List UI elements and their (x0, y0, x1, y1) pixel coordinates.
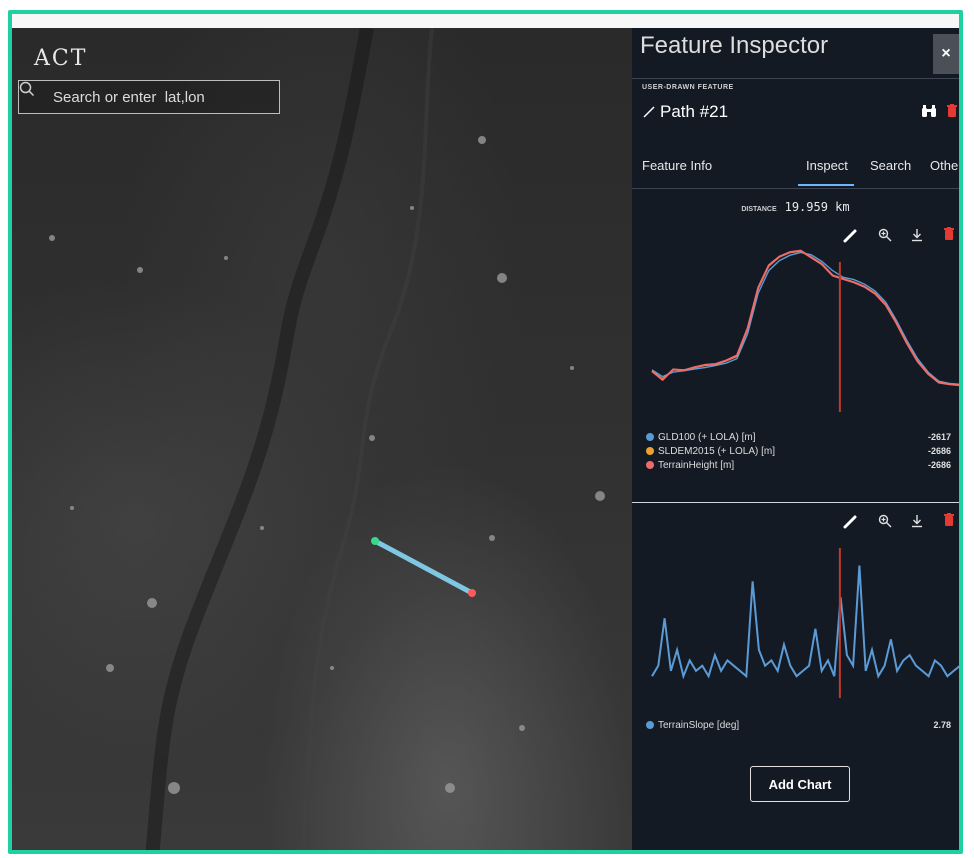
distance-value: 19.959 km (784, 200, 850, 214)
trash-icon[interactable] (947, 104, 957, 123)
legend-item: GLD100 (+ LOLA) [m] -2617 (646, 430, 955, 444)
legend-swatch (646, 447, 654, 455)
slope-legend: TerrainSlope [deg] 2.78 (646, 718, 955, 732)
path-end-marker[interactable] (468, 589, 476, 597)
series-line (651, 251, 959, 385)
legend-label: SLDEM2015 (+ LOLA) [m] (658, 445, 775, 457)
legend-label: TerrainSlope [deg] (658, 719, 740, 731)
search-input[interactable] (51, 87, 265, 107)
elevation-legend: GLD100 (+ LOLA) [m] -2617 SLDEM2015 (+ L… (646, 430, 955, 472)
binoculars-icon[interactable] (921, 104, 937, 123)
search-bar[interactable] (18, 80, 280, 114)
browser-top-strip (12, 14, 959, 28)
legend-swatch (646, 433, 654, 441)
tab-inspect[interactable]: Inspect (798, 158, 854, 186)
legend-item: TerrainHeight [m] -2686 (646, 458, 955, 472)
series-line (651, 249, 959, 387)
app-frame: ACT Feature Inspector × USER-DRAWN FEATU… (8, 10, 963, 854)
app-logo: ACT (34, 46, 88, 71)
legend-value: 2.78 (933, 720, 951, 730)
tab-feature-info[interactable]: Feature Info (642, 158, 712, 173)
add-chart-button[interactable]: Add Chart (750, 766, 850, 802)
path-icon (643, 106, 655, 118)
legend-swatch (646, 721, 654, 729)
feature-type-label: USER-DRAWN FEATURE (642, 84, 734, 91)
divider (632, 188, 959, 189)
feature-name-text: Path #21 (660, 102, 729, 121)
divider (632, 78, 959, 79)
elevation-profile-chart[interactable] (646, 242, 963, 412)
legend-value: -2617 (927, 432, 951, 442)
feature-inspector-panel: Feature Inspector × USER-DRAWN FEATURE P… (632, 28, 959, 850)
legend-item: SLDEM2015 (+ LOLA) [m] -2686 (646, 444, 955, 458)
close-button[interactable]: × (933, 34, 959, 74)
legend-swatch (646, 461, 654, 469)
feature-name: Path #21 (642, 102, 728, 122)
legend-label: TerrainHeight [m] (658, 459, 735, 471)
slope-profile-chart[interactable] (646, 528, 963, 698)
map-viewport[interactable]: ACT (12, 28, 632, 850)
legend-label: GLD100 (+ LOLA) [m] (658, 431, 756, 443)
legend-value: -2686 (927, 446, 951, 456)
divider (632, 502, 959, 503)
close-icon: × (941, 45, 951, 62)
path-start-marker[interactable] (371, 537, 379, 545)
drawn-path-line[interactable] (372, 538, 475, 596)
tab-search[interactable]: Search (870, 158, 911, 173)
series-line (651, 250, 959, 386)
inspector-tabs: Feature Info Inspect Search Other (632, 150, 959, 186)
distance-label: DISTANCE (741, 206, 777, 213)
distance-readout: DISTANCE 19.959 km (632, 200, 959, 214)
legend-item: TerrainSlope [deg] 2.78 (646, 718, 955, 732)
panel-title: Feature Inspector (640, 32, 829, 59)
tab-other[interactable]: Other (930, 158, 959, 173)
series-line (651, 565, 959, 680)
map-surface (49, 28, 605, 850)
legend-value: -2686 (927, 460, 951, 470)
